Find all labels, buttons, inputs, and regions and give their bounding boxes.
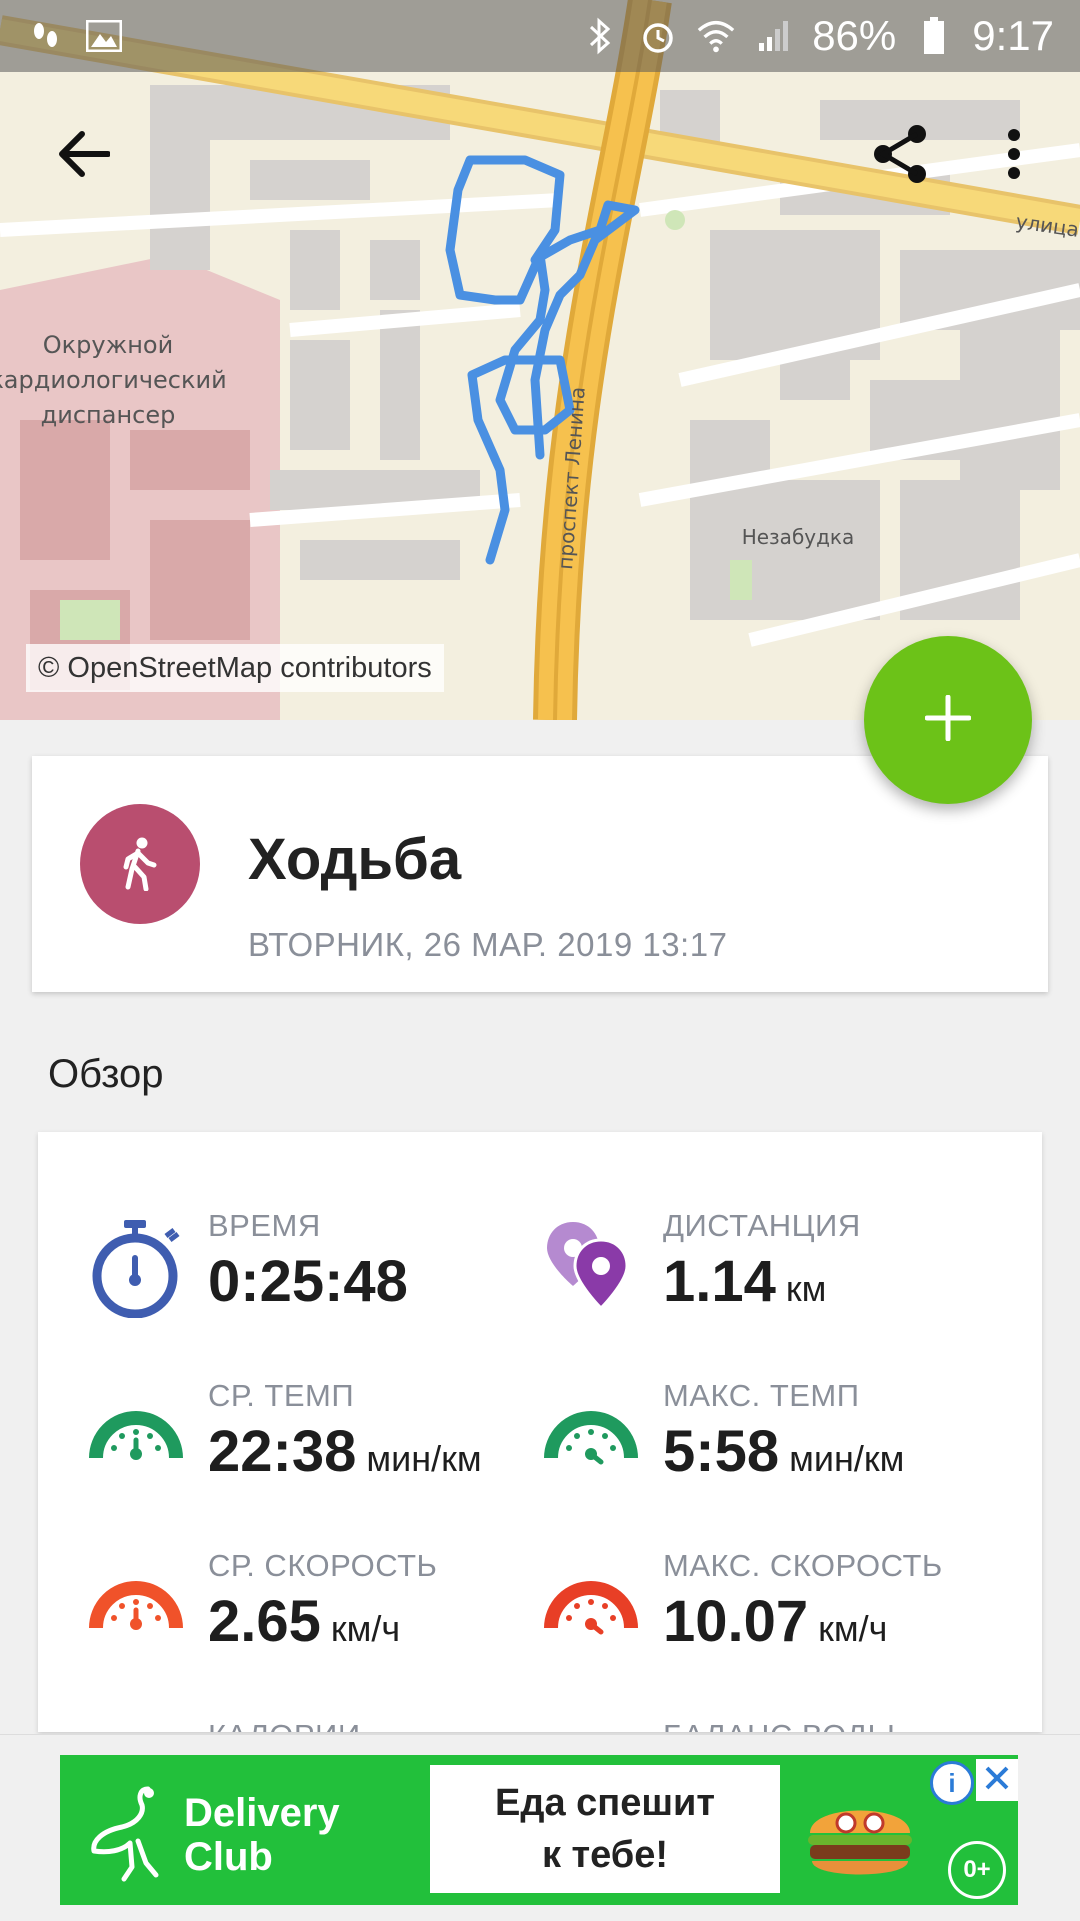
ostrich-logo-icon <box>82 1783 172 1888</box>
stat-unit: км/ч <box>818 1608 888 1649</box>
stat-label: СР. ТЕМП <box>208 1378 355 1413</box>
toolbar <box>0 72 1080 242</box>
clock: 9:17 <box>972 12 1054 59</box>
back-button[interactable] <box>34 106 134 206</box>
ad-brand-line2: Club <box>184 1835 273 1879</box>
gauge-red-icon <box>543 1558 639 1658</box>
stat-label: СР. СКОРОСТЬ <box>208 1548 438 1583</box>
plus-icon <box>924 694 972 746</box>
activity-title: Ходьба <box>248 827 462 892</box>
bluetooth-icon <box>580 16 620 56</box>
more-vert-icon <box>1007 128 1021 185</box>
stat-value: 2.65 <box>208 1589 321 1654</box>
map-pins-icon <box>543 1218 639 1318</box>
more-options-button[interactable] <box>964 106 1064 206</box>
battery-percent: 86% <box>812 12 897 59</box>
ad-brand-name: Delivery Club <box>184 1791 340 1879</box>
stat-calories: КАЛОРИИ <box>88 1718 548 1732</box>
stat-value: 0:25:48 <box>208 1249 408 1314</box>
stat-label: МАКС. СКОРОСТЬ <box>663 1548 943 1583</box>
add-button[interactable] <box>864 636 1032 804</box>
stat-label: ДИСТАНЦИЯ <box>663 1208 861 1243</box>
stat-label: МАКС. ТЕМП <box>663 1378 860 1413</box>
stat-unit: км/ч <box>330 1608 401 1649</box>
map-attribution[interactable]: © OpenStreetMap contributors <box>26 644 444 692</box>
activity-header-card: Ходьба ВТОРНИК, 26 МАР. 2019 13:17 <box>32 756 1048 992</box>
ad-age-rating: 0+ <box>948 1841 1006 1899</box>
stat-max-pace: МАКС. ТЕМП 5:58 мин/км <box>543 1378 1003 1518</box>
stat-avg-pace: СР. ТЕМП 22:38 мин/км <box>88 1378 548 1518</box>
stat-time: ВРЕМЯ 0:25:48 <box>88 1208 548 1348</box>
overview-stats-card: ВРЕМЯ 0:25:48 ДИСТАНЦИЯ 1.14 км СР. ТЕМП … <box>38 1132 1042 1732</box>
ad-slogan: Еда спешит к тебе! <box>430 1765 780 1893</box>
water-drop-icon <box>543 1728 639 1732</box>
share-icon <box>871 123 929 190</box>
gauge-orange-icon <box>88 1558 184 1658</box>
walking-icon <box>80 804 200 924</box>
footsteps-icon <box>26 16 66 56</box>
alarm-icon <box>638 16 678 56</box>
stat-unit: км <box>785 1268 827 1309</box>
map-label-place: Незабудка <box>742 525 855 549</box>
status-bar: 86% 9:17 <box>0 0 1080 72</box>
ad-info-button[interactable]: i <box>930 1761 974 1805</box>
map-label-district-2: кардиологический <box>0 366 227 394</box>
battery-icon <box>914 16 954 56</box>
activity-date: ВТОРНИК, 26 МАР. 2019 13:17 <box>248 926 728 963</box>
stat-value: 22:38 <box>208 1419 357 1484</box>
stat-label: ВРЕМЯ <box>208 1208 321 1243</box>
wifi-icon <box>696 16 736 56</box>
stat-value: 1.14 <box>663 1249 776 1314</box>
flame-icon <box>88 1728 184 1732</box>
ad-slogan-line2: к тебе! <box>541 1834 669 1876</box>
stat-avg-speed: СР. СКОРОСТЬ 2.65 км/ч <box>88 1548 548 1688</box>
ad-close-button[interactable] <box>976 1759 1018 1801</box>
stat-value: 10.07 <box>663 1589 809 1654</box>
stat-max-speed: МАКС. СКОРОСТЬ 10.07 км/ч <box>543 1548 1003 1688</box>
stat-distance: ДИСТАНЦИЯ 1.14 км <box>543 1208 1003 1348</box>
stat-unit: мин/км <box>789 1438 905 1479</box>
stat-water-balance: БАЛАНС ВОДЫ <box>543 1718 1003 1732</box>
close-icon <box>983 1764 1011 1797</box>
stat-value: 5:58 <box>663 1419 780 1484</box>
burger-illustration-icon <box>800 1783 920 1898</box>
stat-label: КАЛОРИИ <box>208 1718 361 1732</box>
ad-brand-line1: Delivery <box>184 1791 340 1835</box>
gauge-green-icon <box>543 1388 639 1488</box>
ad-banner[interactable]: Delivery Club Еда спешит к тебе! i 0+ <box>60 1755 1018 1905</box>
gauge-green-icon <box>88 1388 184 1488</box>
stopwatch-icon <box>88 1218 184 1319</box>
ad-area: Delivery Club Еда спешит к тебе! i 0+ <box>0 1734 1080 1921</box>
stat-unit: мин/км <box>366 1438 482 1479</box>
overview-heading: Обзор <box>48 1052 164 1096</box>
share-button[interactable] <box>850 106 950 206</box>
map-label-district-1: Окружной <box>43 331 173 359</box>
stat-label: БАЛАНС ВОДЫ <box>663 1718 895 1732</box>
ad-slogan-line1: Еда спешит <box>494 1782 716 1824</box>
map-label-district-3: диспансер <box>41 401 176 429</box>
signal-icon <box>754 16 794 56</box>
arrow-left-icon <box>58 130 111 183</box>
image-icon <box>84 16 124 56</box>
